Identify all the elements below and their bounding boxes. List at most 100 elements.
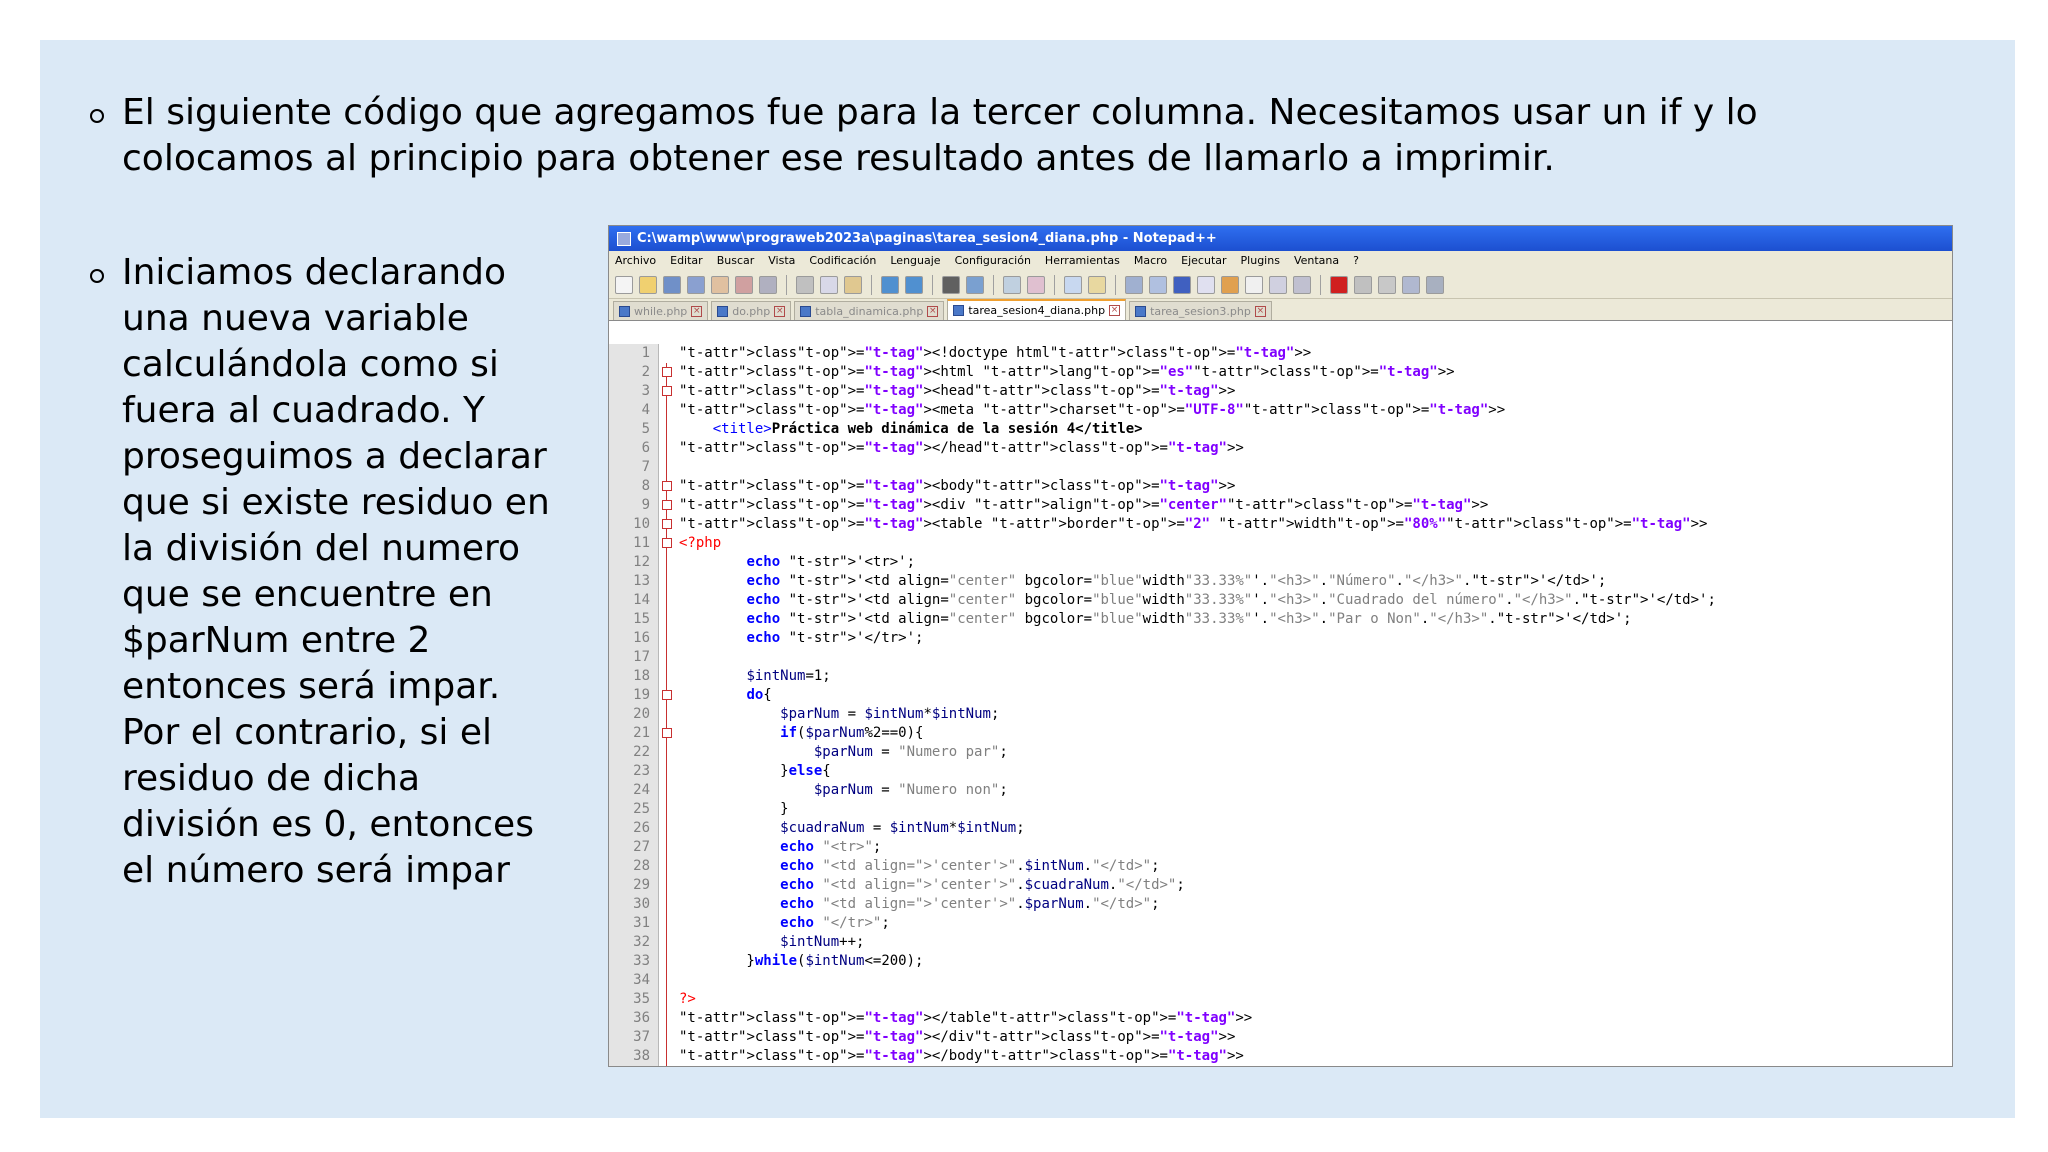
redo-icon[interactable] bbox=[905, 275, 923, 294]
notepad-plus-plus-window: C:\wamp\www\prograweb2023a\paginas\tarea… bbox=[608, 225, 1953, 1067]
file-tab[interactable]: while.php × bbox=[613, 301, 709, 320]
new-file-icon[interactable] bbox=[615, 275, 633, 294]
menu-item-plugins[interactable]: Plugins bbox=[1241, 251, 1280, 271]
code-line: echo "<td align=">'center'>".$cuadraNum.… bbox=[780, 877, 1185, 893]
menu-item-configuraci-n[interactable]: Configuración bbox=[955, 251, 1031, 271]
line-number: 1 bbox=[641, 345, 650, 361]
fold-marker bbox=[659, 496, 675, 515]
replace-icon[interactable] bbox=[966, 275, 984, 294]
close-icon[interactable]: × bbox=[691, 305, 703, 317]
code-editor[interactable]: 1 2 3 4 5 6 7 8 9 10 11 12 13 14 15 16 17 18 19 20 21 22 23 24 2… bbox=[609, 344, 1952, 1066]
menu-item-archivo[interactable]: Archivo bbox=[615, 251, 656, 271]
stop-macro-icon[interactable] bbox=[1354, 275, 1372, 294]
menu-item-editar[interactable]: Editar bbox=[670, 251, 703, 271]
line-number: 34 bbox=[633, 972, 650, 988]
find-icon[interactable] bbox=[942, 275, 960, 294]
language-icon[interactable] bbox=[1197, 275, 1215, 294]
line-number: 30 bbox=[633, 896, 650, 912]
zoom-out-icon[interactable] bbox=[1027, 275, 1045, 294]
file-tab[interactable]: tarea_sesion4_diana.php × bbox=[947, 299, 1127, 320]
sync-horizontal-icon[interactable] bbox=[1088, 275, 1106, 294]
doc-map-icon[interactable] bbox=[1221, 275, 1239, 294]
file-tab[interactable]: do.php × bbox=[711, 301, 792, 320]
file-tab-label: tarea_sesion4_diana.php bbox=[968, 304, 1106, 317]
code-line: "t-attr">class"t-op">="t-tag"></table"t-… bbox=[679, 1010, 1253, 1026]
folder-as-workspace-icon[interactable] bbox=[1269, 275, 1287, 294]
line-number: 8 bbox=[641, 478, 650, 494]
code-line: ?> bbox=[679, 991, 696, 1007]
zoom-in-icon[interactable] bbox=[1003, 275, 1021, 294]
fold-marker bbox=[659, 667, 675, 686]
fold-marker bbox=[659, 401, 675, 420]
fold-marker bbox=[659, 1009, 675, 1028]
word-wrap-icon[interactable] bbox=[1125, 275, 1143, 294]
code-line: $cuadraNum = $intNum*$intNum; bbox=[780, 820, 1025, 836]
menu-item--[interactable]: ? bbox=[1353, 251, 1359, 271]
fold-marker bbox=[659, 553, 675, 572]
undo-icon[interactable] bbox=[881, 275, 899, 294]
menu-item-codificaci-n[interactable]: Codificación bbox=[809, 251, 876, 271]
close-all-icon[interactable] bbox=[735, 275, 753, 294]
menu-item-ventana[interactable]: Ventana bbox=[1294, 251, 1339, 271]
toolbar-separator bbox=[993, 274, 994, 295]
menu-item-herramientas[interactable]: Herramientas bbox=[1045, 251, 1120, 271]
line-number: 21 bbox=[633, 725, 650, 741]
bullet-point-intro: El siguiente código que agregamos fue pa… bbox=[90, 90, 1950, 182]
fold-margin[interactable] bbox=[659, 344, 675, 1066]
menu-item-ejecutar[interactable]: Ejecutar bbox=[1181, 251, 1226, 271]
toolbar-separator bbox=[786, 274, 787, 295]
paste-icon[interactable] bbox=[844, 275, 862, 294]
code-line: "t-attr">class"t-op">="t-tag"></html"t-a… bbox=[675, 1066, 1952, 1067]
file-icon bbox=[717, 305, 729, 317]
close-icon[interactable]: × bbox=[1254, 305, 1266, 317]
print-icon[interactable] bbox=[759, 275, 777, 294]
line-number-gutter: 1 2 3 4 5 6 7 8 9 10 11 12 13 14 15 16 17 18 19 20 21 22 23 24 2… bbox=[609, 344, 659, 1066]
line-number: 26 bbox=[633, 820, 650, 836]
code-line: "t-attr">class"t-op">="t-tag"></head"t-a… bbox=[679, 440, 1244, 456]
code-line: echo "<td align=">'center'>".$parNum."</… bbox=[780, 896, 1160, 912]
line-number: 13 bbox=[633, 573, 650, 589]
close-icon[interactable]: × bbox=[1109, 305, 1121, 316]
close-icon[interactable]: × bbox=[774, 305, 786, 317]
fold-marker bbox=[659, 1047, 675, 1066]
close-file-icon[interactable] bbox=[711, 275, 729, 294]
code-text-area[interactable]: "t-attr">class"t-op">="t-tag"><!doctype … bbox=[675, 344, 1952, 1066]
file-tabs: while.php × do.php × tabla_dinamica.php × tare… bbox=[609, 299, 1952, 321]
show-all-chars-icon[interactable] bbox=[1149, 275, 1167, 294]
code-line: echo "t-str">'<tr>'; bbox=[746, 554, 916, 570]
fold-marker bbox=[659, 515, 675, 534]
run-macro-multiple-icon[interactable] bbox=[1402, 275, 1420, 294]
close-icon[interactable]: × bbox=[927, 305, 939, 317]
line-number: 37 bbox=[633, 1029, 650, 1045]
save-macro-icon[interactable] bbox=[1426, 275, 1444, 294]
copy-icon[interactable] bbox=[820, 275, 838, 294]
file-tab[interactable]: tarea_sesion3.php × bbox=[1129, 301, 1272, 320]
fold-marker bbox=[659, 781, 675, 800]
bullet-text-intro: El siguiente código que agregamos fue pa… bbox=[122, 92, 1758, 179]
save-icon[interactable] bbox=[663, 275, 681, 294]
menu-item-buscar[interactable]: Buscar bbox=[717, 251, 755, 271]
file-tab[interactable]: tabla_dinamica.php × bbox=[794, 301, 945, 320]
menu-item-vista[interactable]: Vista bbox=[768, 251, 795, 271]
line-number: 12 bbox=[633, 554, 650, 570]
save-all-icon[interactable] bbox=[687, 275, 705, 294]
window-title-bar[interactable]: C:\wamp\www\prograweb2023a\paginas\tarea… bbox=[609, 226, 1952, 251]
function-list-icon[interactable] bbox=[1245, 275, 1263, 294]
line-number: 17 bbox=[633, 649, 650, 665]
fold-marker bbox=[659, 382, 675, 401]
record-macro-icon[interactable] bbox=[1330, 275, 1348, 294]
bullet-point-explanation: Iniciamos declarando una nueva variable … bbox=[90, 250, 570, 894]
fold-marker bbox=[659, 724, 675, 743]
cut-icon[interactable] bbox=[796, 275, 814, 294]
fold-marker bbox=[659, 990, 675, 1009]
indent-guide-icon[interactable] bbox=[1173, 275, 1191, 294]
menu-item-lenguaje[interactable]: Lenguaje bbox=[890, 251, 940, 271]
play-macro-icon[interactable] bbox=[1378, 275, 1396, 294]
menu-item-macro[interactable]: Macro bbox=[1134, 251, 1167, 271]
sync-vertical-icon[interactable] bbox=[1064, 275, 1082, 294]
monitoring-icon[interactable] bbox=[1293, 275, 1311, 294]
open-folder-icon[interactable] bbox=[639, 275, 657, 294]
code-line: }while($intNum<=200); bbox=[679, 953, 924, 969]
fold-marker bbox=[659, 458, 675, 477]
